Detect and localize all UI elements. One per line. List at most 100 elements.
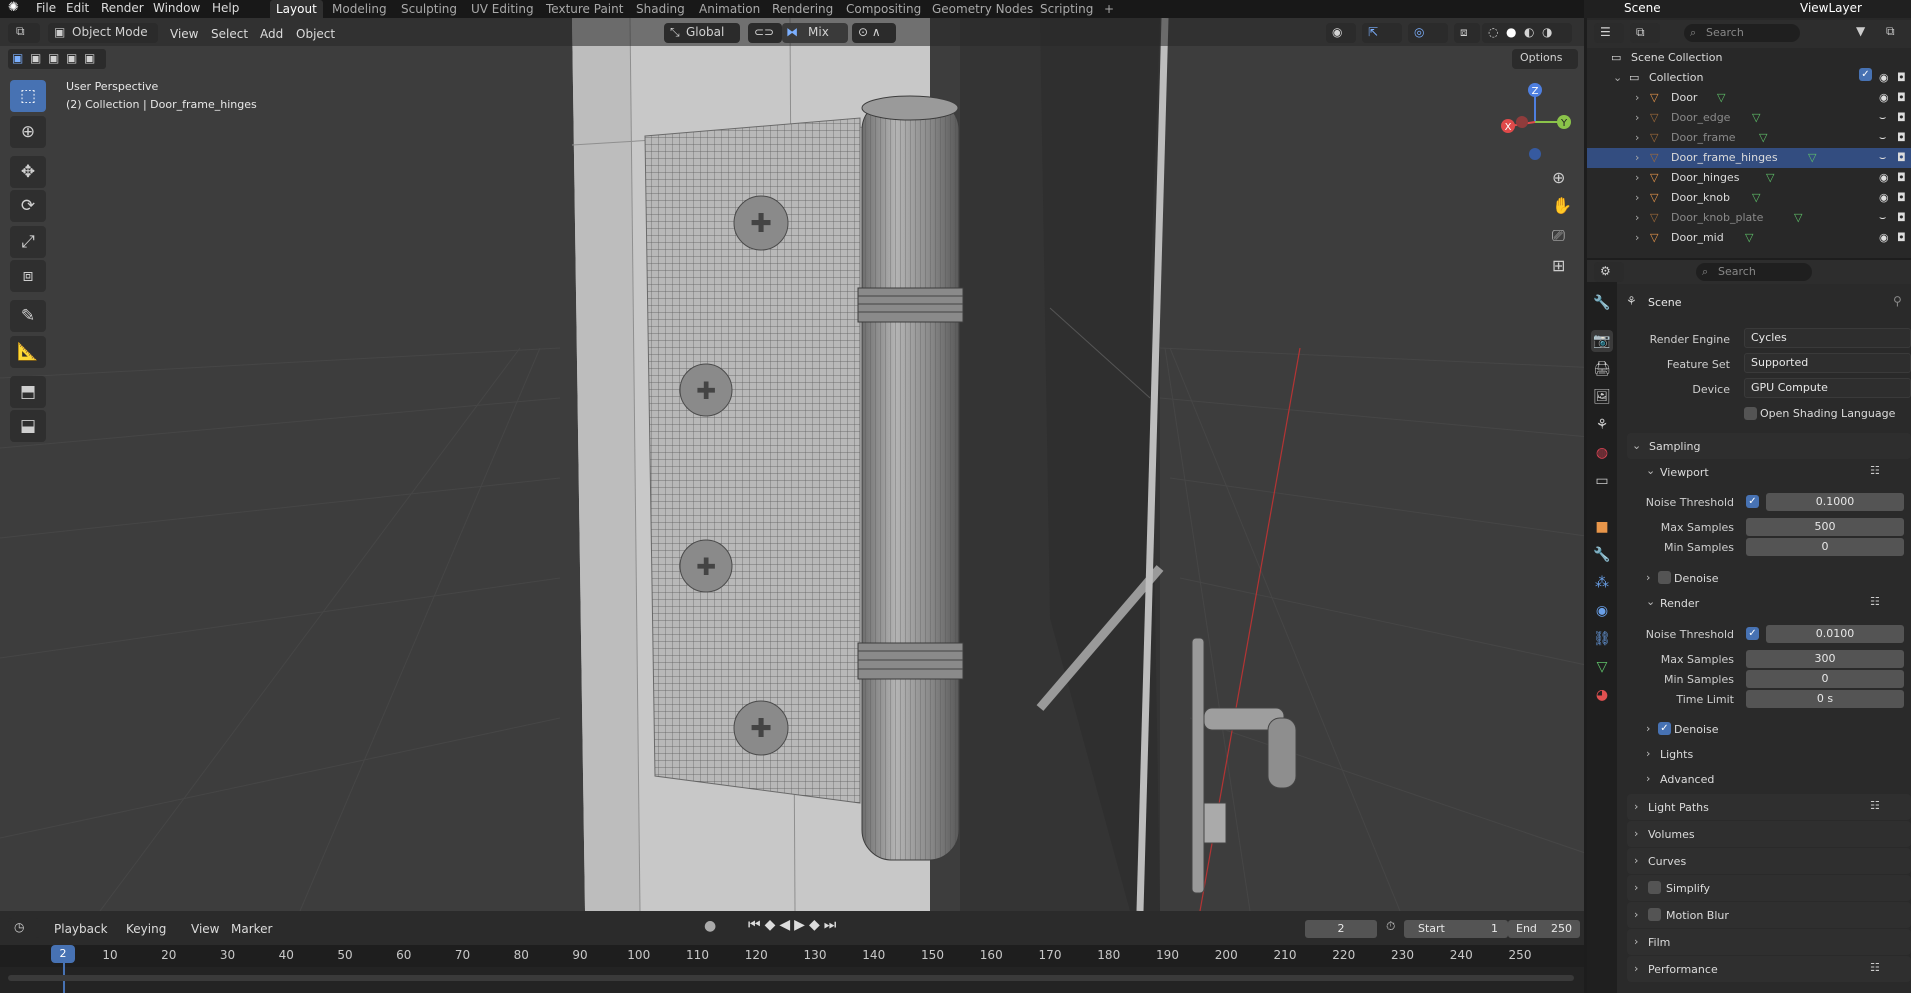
simplify-checkbox[interactable]	[1648, 881, 1661, 894]
lights-chevron-icon[interactable]: ›	[1646, 747, 1650, 760]
tab-modeling[interactable]: Modeling	[332, 0, 387, 18]
motion-blur-checkbox[interactable]	[1648, 908, 1661, 921]
constraints-tab-icon[interactable]: ⛓	[1591, 628, 1613, 650]
3d-viewport[interactable]: ✚ ✚ ✚ ✚	[0, 18, 1584, 911]
vp-menu-select[interactable]: Select	[211, 26, 248, 42]
measure-tool[interactable]: 📐	[10, 336, 46, 368]
object-tab-icon[interactable]: ■	[1591, 516, 1613, 538]
timeline-menu-playback[interactable]: Playback	[54, 921, 108, 937]
timeline-menu-marker[interactable]: Marker	[231, 921, 272, 937]
navigation-gizmo[interactable]: Z Y X	[1490, 78, 1580, 168]
mesh-data-icon[interactable]: ▽	[1794, 208, 1802, 228]
camera-icon[interactable]: ◘	[1897, 208, 1906, 228]
auto-keying-icon[interactable]: ●	[704, 918, 716, 934]
outliner-row-door-hinges[interactable]: › ▽ Door_hinges ▽ ◉ ◘	[1587, 168, 1911, 188]
camera-icon[interactable]: ◘	[1897, 88, 1906, 108]
select-subtract-icon[interactable]: ▣	[48, 51, 59, 65]
eye-closed-icon[interactable]: ⌣	[1879, 148, 1886, 168]
rotate-tool[interactable]: ⟳	[10, 190, 46, 222]
r-noise-checkbox[interactable]: ✓	[1746, 627, 1759, 640]
menu-edit[interactable]: Edit	[66, 0, 89, 18]
material-tab-icon[interactable]: ◕	[1591, 684, 1613, 706]
vp-max-field[interactable]: 500	[1746, 518, 1904, 536]
tab-geometry-nodes[interactable]: Geometry Nodes	[932, 0, 1033, 18]
performance-presets-icon[interactable]: ☷	[1870, 961, 1880, 974]
vp-menu-add[interactable]: Add	[260, 26, 283, 42]
shading-modes[interactable]: ◌ ● ◐ ◑	[1482, 23, 1572, 43]
tab-scripting[interactable]: Scripting	[1040, 0, 1093, 18]
properties-search-input[interactable]: ⌕ Search	[1696, 263, 1812, 281]
outliner-row-door-frame-hinges[interactable]: › ▽ Door_frame_hinges ▽ ⌣ ◘	[1587, 148, 1911, 168]
jump-start-icon[interactable]: ⏮	[748, 917, 765, 933]
device-dropdown[interactable]: GPU Compute	[1744, 378, 1911, 398]
gizmo-toggle[interactable]: ⇱	[1362, 23, 1402, 43]
mesh-data-icon[interactable]: ▽	[1808, 148, 1816, 168]
vp-menu-view[interactable]: View	[170, 26, 198, 42]
add-cube-tool[interactable]: ⬒	[10, 376, 46, 408]
data-tab-icon[interactable]: ▽	[1591, 656, 1613, 678]
render-subpanel-label[interactable]: Render	[1660, 597, 1699, 610]
scene-name[interactable]: Scene	[1624, 0, 1661, 18]
start-frame-field[interactable]: Start 1	[1404, 920, 1508, 938]
collection-checkbox[interactable]: ✓	[1859, 68, 1872, 81]
expand-chevron-icon[interactable]: ›	[1635, 188, 1639, 208]
outliner-row-door[interactable]: › ▽ Door ▽ ◉ ◘	[1587, 88, 1911, 108]
zoom-icon[interactable]: ⊕	[1552, 168, 1565, 187]
play-reverse-icon[interactable]: ◀	[779, 917, 794, 933]
render-tab-icon[interactable]: 📷	[1591, 330, 1613, 352]
expand-chevron-icon[interactable]: ›	[1635, 148, 1639, 168]
display-mode-dropdown[interactable]: ⧉	[1630, 23, 1660, 43]
eye-icon[interactable]: ◉	[1879, 188, 1889, 208]
pan-hand-icon[interactable]: ✋	[1552, 196, 1572, 215]
outliner-scene-collection[interactable]: ▭ Scene Collection	[1587, 48, 1911, 68]
physics-tab-icon[interactable]: ◉	[1591, 600, 1613, 622]
particles-tab-icon[interactable]: ⁂	[1591, 572, 1613, 594]
r-denoise-checkbox[interactable]: ✓	[1658, 722, 1671, 735]
pin-icon[interactable]: ⚲	[1893, 294, 1902, 308]
outliner-editor-type[interactable]: ☰	[1594, 23, 1624, 43]
render-presets-icon[interactable]: ☷	[1870, 595, 1880, 608]
camera-icon[interactable]: ◘	[1897, 108, 1906, 128]
view-layer-name[interactable]: ViewLayer	[1800, 0, 1862, 18]
feature-set-dropdown[interactable]: Supported	[1744, 353, 1911, 373]
r-min-field[interactable]: 0	[1746, 670, 1904, 688]
select-intersect-icon[interactable]: ▣	[84, 51, 95, 65]
time-limit-field[interactable]: 0 s	[1746, 690, 1904, 708]
collection-tab-icon[interactable]: ▭	[1591, 470, 1613, 492]
camera-view-icon[interactable]: ⎚	[1552, 226, 1565, 246]
timeline-editor-type[interactable]: ◷	[8, 918, 40, 938]
menu-help[interactable]: Help	[212, 0, 239, 18]
pivot-dropdown[interactable]: ⊂⊃	[748, 23, 782, 43]
overlay-toggle[interactable]: ◎	[1408, 23, 1448, 43]
editor-type-button[interactable]: ⧉	[8, 23, 40, 43]
perspective-toggle-icon[interactable]: ⊞	[1552, 256, 1565, 275]
camera-icon[interactable]: ◘	[1897, 228, 1906, 248]
menu-render[interactable]: Render	[101, 0, 144, 18]
eye-icon[interactable]: ◉	[1879, 168, 1889, 188]
modifier-tab-icon[interactable]: 🔧	[1591, 544, 1613, 566]
expand-chevron-icon[interactable]: ›	[1635, 88, 1639, 108]
add-workspace-icon[interactable]: +	[1104, 0, 1114, 18]
timeline-menu-view[interactable]: View	[191, 921, 219, 937]
select-extend-icon[interactable]: ▣	[30, 51, 41, 65]
eye-icon[interactable]: ◉	[1879, 228, 1889, 248]
world-tab-icon[interactable]: ◍	[1591, 442, 1613, 464]
expand-chevron-icon[interactable]: ›	[1635, 168, 1639, 188]
eye-icon[interactable]: ◉	[1879, 88, 1889, 108]
collection-camera-icon[interactable]: ◘	[1897, 68, 1906, 88]
light-paths-presets-icon[interactable]: ☷	[1870, 799, 1880, 812]
vp-denoise-chevron-icon[interactable]: ›	[1646, 571, 1650, 584]
advanced-chevron-icon[interactable]: ›	[1646, 772, 1650, 785]
render-chevron-icon[interactable]: ⌄	[1646, 595, 1655, 608]
menu-file[interactable]: File	[36, 0, 56, 18]
stopwatch-icon[interactable]: ⏱	[1386, 919, 1395, 934]
expand-chevron-icon[interactable]: ›	[1635, 208, 1639, 228]
tab-uv-editing[interactable]: UV Editing	[471, 0, 534, 18]
mesh-data-icon[interactable]: ▽	[1752, 188, 1760, 208]
mesh-data-icon[interactable]: ▽	[1752, 108, 1760, 128]
current-frame-field[interactable]: 2	[1305, 920, 1377, 938]
new-collection-icon[interactable]: ⧉	[1886, 24, 1895, 39]
scale-tool[interactable]: ⤢	[10, 226, 46, 258]
eye-closed-icon[interactable]: ⌣	[1879, 128, 1886, 148]
advanced-subpanel-label[interactable]: Advanced	[1660, 773, 1714, 786]
